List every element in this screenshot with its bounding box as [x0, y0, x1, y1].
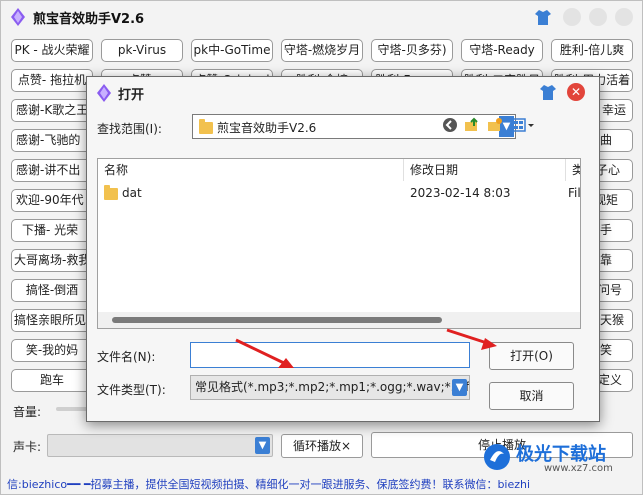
- sound-button[interactable]: 守塔-贝多芬): [371, 39, 453, 62]
- sound-button[interactable]: 感谢-讲不出: [11, 159, 93, 182]
- column-header-type[interactable]: 类: [566, 159, 580, 181]
- chevron-down-icon: ▼: [255, 437, 270, 454]
- file-type: Fil: [568, 186, 581, 200]
- folder-icon: [199, 119, 213, 134]
- annotation-arrow: [446, 328, 497, 350]
- up-folder-icon[interactable]: [464, 117, 480, 133]
- sound-button[interactable]: 搞怪-倒酒: [11, 279, 93, 302]
- back-icon[interactable]: [442, 117, 458, 133]
- sound-button[interactable]: pk-Virus: [101, 39, 183, 62]
- column-header-name[interactable]: 名称: [98, 159, 404, 181]
- horizontal-scrollbar[interactable]: [98, 312, 580, 328]
- sound-card-label: 声卡:: [13, 440, 42, 454]
- close-button[interactable]: [615, 8, 633, 26]
- sound-button[interactable]: PK - 战火荣耀: [11, 39, 93, 62]
- filename-label: 文件名(N):: [97, 350, 156, 364]
- menu-button[interactable]: [563, 8, 581, 26]
- cancel-button[interactable]: 取消: [489, 382, 574, 410]
- title-bar: 煎宝音效助手V2.6: [1, 1, 642, 33]
- watermark: 极光下载站 www.xz7.com: [482, 440, 642, 476]
- app-logo-icon: [11, 8, 25, 26]
- sound-button[interactable]: 胜利-倍儿爽: [551, 39, 633, 62]
- sound-button[interactable]: 感谢-K歌之王: [11, 99, 93, 122]
- file-date: 2023-02-14 8:03: [410, 186, 511, 200]
- skin-icon[interactable]: [539, 83, 557, 101]
- list-item[interactable]: dat 2023-02-14 8:03 Fil: [98, 183, 580, 203]
- view-menu-icon[interactable]: [511, 117, 535, 133]
- loop-play-button[interactable]: 循环播放×: [281, 434, 363, 458]
- open-button[interactable]: 打开(O): [489, 342, 574, 370]
- skin-icon[interactable]: [534, 8, 552, 26]
- filetype-select[interactable]: 常见格式(*.mp3;*.mp2;*.mp1;*.ogg;*.wav;*.aif…: [190, 375, 470, 400]
- chevron-down-icon: ▼: [452, 379, 467, 396]
- open-file-dialog: 打开 ✕ 查找范围(I): 煎宝音效助手V2.6 ▼ 名称 修改日期 类 dat…: [86, 76, 600, 422]
- sound-button[interactable]: 守塔-燃烧岁月: [281, 39, 363, 62]
- sound-button[interactable]: 笑-我的妈: [11, 339, 93, 362]
- sound-button[interactable]: 大哥离场-救我: [11, 249, 93, 272]
- annotation-arrow: [235, 338, 294, 368]
- lookin-label: 查找范围(I):: [97, 122, 162, 136]
- sound-button[interactable]: 跑车: [11, 369, 93, 392]
- sound-button[interactable]: 守塔-Ready: [461, 39, 543, 62]
- sound-button[interactable]: 下播- 光荣: [11, 219, 93, 242]
- file-list[interactable]: 名称 修改日期 类 dat 2023-02-14 8:03 Fil: [97, 158, 581, 329]
- new-folder-icon[interactable]: [487, 117, 503, 133]
- sound-button[interactable]: pk中-GoTime: [191, 39, 273, 62]
- dialog-title: 打开: [118, 88, 145, 103]
- folder-icon: [104, 185, 118, 200]
- sound-button[interactable]: 欢迎-90年代: [11, 189, 93, 212]
- scrollbar-thumb[interactable]: [112, 317, 442, 323]
- volume-label: 音量:: [13, 405, 42, 419]
- app-title: 煎宝音效助手V2.6: [33, 12, 145, 27]
- sound-button[interactable]: 搞怪亲眼所见: [11, 309, 93, 332]
- sound-button[interactable]: 感谢-飞驰的: [11, 129, 93, 152]
- app-logo-icon: [97, 84, 111, 102]
- filetype-value: 常见格式(*.mp3;*.mp2;*.mp1;*.ogg;*.wav;*.aif…: [195, 380, 470, 394]
- marquee-text: 信:biezhico━━ ━招募主播，提供全国短视频拍摄、精细化一对一跟进服务、…: [1, 476, 642, 494]
- sound-button[interactable]: 点赞- 拖拉机: [11, 69, 93, 92]
- file-name: dat: [122, 186, 142, 200]
- dialog-close-button[interactable]: ✕: [567, 83, 585, 101]
- lookin-value: 煎宝音效助手V2.6: [217, 121, 317, 135]
- watermark-logo-icon: [484, 444, 510, 470]
- sound-card-select[interactable]: ▼: [47, 434, 273, 457]
- column-header-date[interactable]: 修改日期: [404, 159, 566, 181]
- filetype-label: 文件类型(T):: [97, 383, 166, 397]
- watermark-url: www.xz7.com: [544, 463, 613, 474]
- minimize-button[interactable]: [589, 8, 607, 26]
